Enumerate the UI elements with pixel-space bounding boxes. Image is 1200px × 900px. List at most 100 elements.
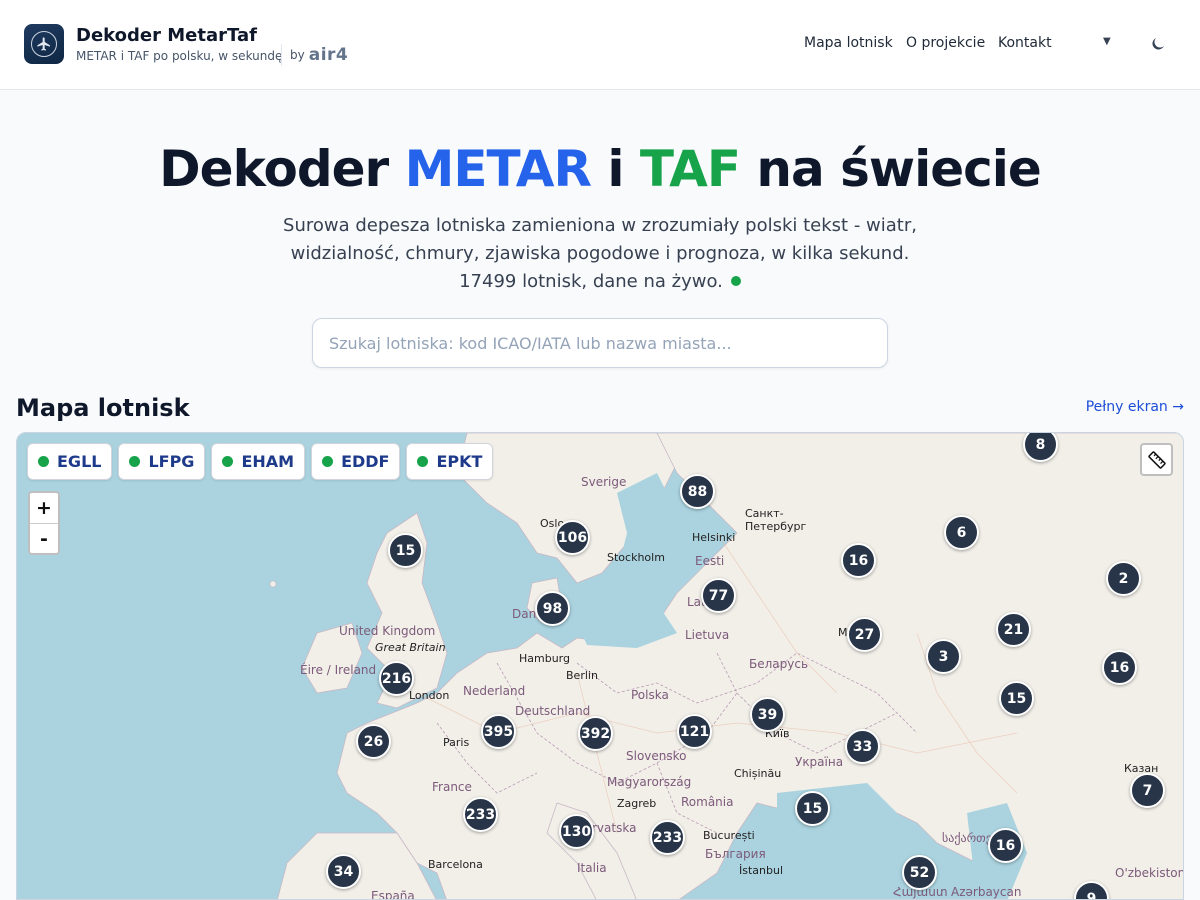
- zoom-in-button[interactable]: +: [30, 493, 58, 523]
- label-uk: United Kingdom: [339, 624, 436, 638]
- nav-map[interactable]: Mapa lotnisk: [804, 35, 893, 51]
- chip-label: EHAM: [241, 452, 295, 471]
- airport-cluster[interactable]: 33: [845, 729, 880, 764]
- airport-cluster[interactable]: 26: [356, 724, 391, 759]
- status-dot-icon: [417, 456, 429, 467]
- fullscreen-link[interactable]: Pełny ekran →: [1086, 399, 1184, 415]
- brand-subtitle: METAR i TAF po polsku, w sekundę: [76, 49, 283, 63]
- label-london: London: [409, 689, 450, 702]
- chip-eddf[interactable]: EDDF: [311, 443, 401, 480]
- moon-icon[interactable]: [1149, 35, 1167, 53]
- label-espana: España: [371, 889, 415, 900]
- label-spb: Санкт-Петербург: [745, 507, 807, 533]
- label-berlin: Berlin: [566, 669, 598, 682]
- airport-cluster[interactable]: 34: [326, 854, 361, 889]
- chevron-down-icon[interactable]: ▼: [1103, 36, 1111, 47]
- airport-cluster[interactable]: 77: [701, 578, 736, 613]
- measure-ruler-icon[interactable]: [1140, 443, 1173, 476]
- label-lietuva: Lietuva: [685, 628, 730, 642]
- airport-search-input[interactable]: [312, 318, 888, 368]
- airport-cluster[interactable]: 395: [481, 714, 516, 749]
- label-hamburg: Hamburg: [519, 652, 570, 665]
- status-dot-icon: [222, 456, 234, 467]
- chip-eham[interactable]: EHAM: [211, 443, 306, 480]
- label-bucuresti: București: [703, 829, 755, 842]
- brand-title[interactable]: Dekoder MetarTaf: [76, 25, 257, 46]
- label-magyar: Magyarország: [607, 775, 692, 789]
- status-dot-icon: [38, 456, 49, 467]
- hero-title-part1: Dekoder: [159, 140, 405, 198]
- zoom-out-button[interactable]: -: [30, 523, 58, 553]
- chip-egll[interactable]: EGLL: [27, 443, 113, 480]
- by-air4[interactable]: by air4: [281, 44, 348, 66]
- label-romania: România: [681, 795, 734, 809]
- airport-cluster[interactable]: 27: [847, 617, 882, 652]
- label-helsinki: Helsinki: [692, 531, 736, 544]
- airport-cluster[interactable]: 52: [902, 855, 937, 890]
- zoom-control: + -: [28, 491, 60, 555]
- by-label: by: [290, 48, 305, 62]
- airport-cluster[interactable]: 392: [578, 716, 613, 751]
- quick-airport-chips: EGLL LFPG EHAM EDDF EPKT: [27, 443, 494, 480]
- airport-cluster[interactable]: 98: [535, 591, 570, 626]
- airport-cluster[interactable]: 88: [680, 474, 715, 509]
- map-section-title: Mapa lotnisk: [16, 394, 190, 422]
- nav-about[interactable]: O projekcie: [906, 35, 985, 51]
- label-deutschland: Deutschland: [515, 704, 591, 718]
- airport-cluster[interactable]: 3: [926, 639, 961, 674]
- chip-label: LFPG: [148, 452, 195, 471]
- label-barcelona: Barcelona: [428, 858, 483, 871]
- label-stockholm: Stockholm: [607, 551, 665, 564]
- chip-label: EGLL: [57, 452, 102, 471]
- site-header: Dekoder MetarTaf METAR i TAF po polsku, …: [0, 0, 1200, 90]
- label-belarus: Беларусь: [749, 657, 809, 671]
- label-zagreb: Zagreb: [617, 797, 657, 810]
- airport-cluster[interactable]: 15: [999, 681, 1034, 716]
- label-eesti: Eesti: [695, 554, 725, 568]
- hero-title-metar: METAR: [404, 140, 592, 198]
- airport-cluster[interactable]: 216: [379, 661, 414, 696]
- airport-cluster[interactable]: 233: [463, 797, 498, 832]
- chip-lfpg[interactable]: LFPG: [118, 443, 206, 480]
- label-istanbul: İstanbul: [739, 864, 784, 877]
- chip-epkt[interactable]: EPKT: [406, 443, 494, 480]
- airport-cluster[interactable]: 39: [750, 697, 785, 732]
- airport-cluster[interactable]: 15: [795, 791, 830, 826]
- label-gb: Great Britain: [375, 641, 446, 654]
- chip-label: EPKT: [436, 452, 483, 471]
- airport-cluster[interactable]: 7: [1130, 773, 1165, 808]
- airport-cluster[interactable]: 6: [944, 515, 979, 550]
- airport-cluster[interactable]: 15: [388, 533, 423, 568]
- hero-title-part3: na świecie: [739, 140, 1041, 198]
- airport-cluster[interactable]: 2: [1106, 561, 1141, 596]
- airport-cluster[interactable]: 16: [1102, 650, 1137, 685]
- label-dan: Dan: [512, 607, 537, 621]
- nav-contact[interactable]: Kontakt: [998, 35, 1052, 51]
- airport-map[interactable]: Sverige Oslo Stockholm Helsinki Санкт-Пе…: [16, 432, 1184, 900]
- hero-title: Dekoder METAR i TAF na świecie: [0, 140, 1200, 198]
- label-hrvatska: rvatska: [592, 821, 637, 835]
- airport-cluster[interactable]: 106: [555, 520, 590, 555]
- label-slovensko: Slovensko: [626, 749, 687, 763]
- label-uzbek: O'zbekiston: [1115, 866, 1184, 880]
- hero-description-text: Surowa depesza lotniska zamieniona w zro…: [283, 215, 917, 292]
- label-nederland: Nederland: [463, 684, 526, 698]
- label-ukraina: Україна: [795, 755, 844, 769]
- label-eire: Éire / Ireland: [300, 663, 377, 677]
- airport-cluster[interactable]: 130: [559, 814, 594, 849]
- airport-cluster[interactable]: 121: [677, 714, 712, 749]
- plane-logo-icon[interactable]: [24, 24, 64, 64]
- label-sverige: Sverige: [581, 475, 627, 489]
- air4-logo: air4: [308, 45, 349, 65]
- label-italia: Italia: [577, 861, 607, 875]
- hero-description: Surowa depesza lotniska zamieniona w zro…: [270, 212, 930, 296]
- chip-label: EDDF: [341, 452, 390, 471]
- hero-title-part2: i: [590, 140, 640, 198]
- airport-cluster[interactable]: 21: [996, 612, 1031, 647]
- airport-cluster[interactable]: 233: [650, 820, 685, 855]
- live-indicator-icon: [730, 276, 741, 286]
- airport-cluster[interactable]: 16: [988, 828, 1023, 863]
- label-chisinau: Chișinău: [734, 767, 782, 780]
- status-dot-icon: [129, 456, 141, 467]
- airport-cluster[interactable]: 16: [841, 543, 876, 578]
